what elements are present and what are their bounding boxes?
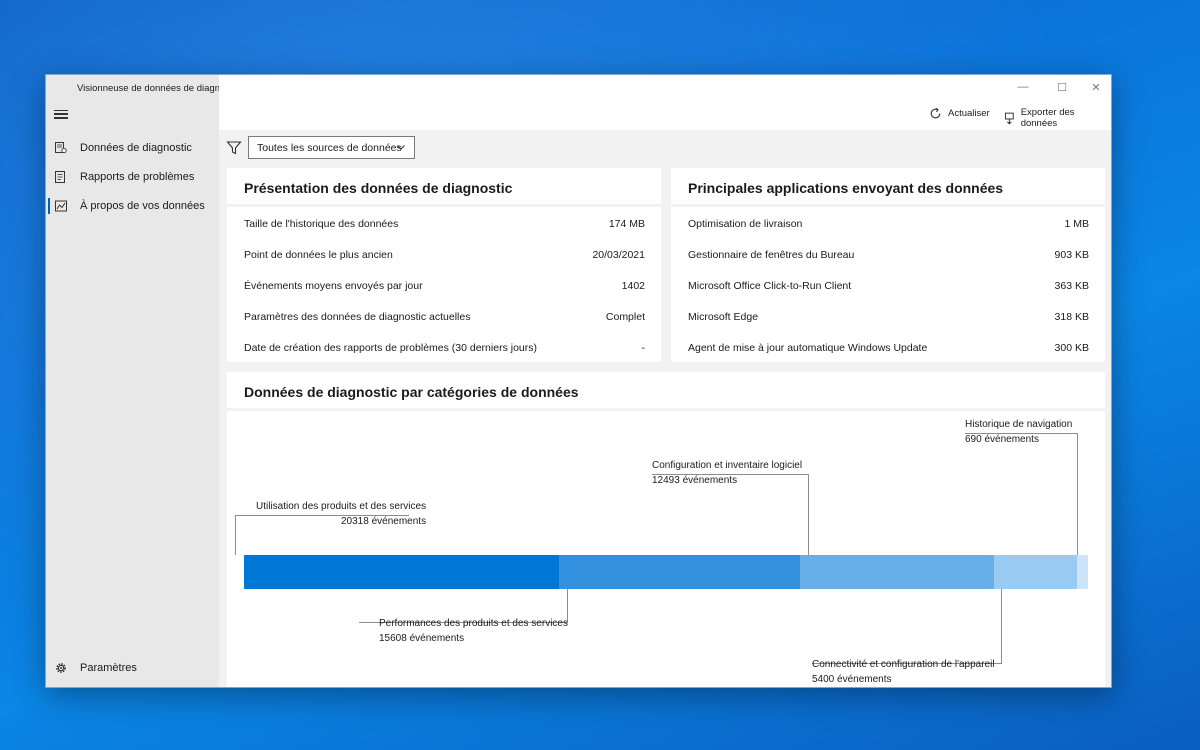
bar-segment-software[interactable] xyxy=(800,555,994,589)
leader-line xyxy=(808,474,809,555)
top-apps-card: Principales applications envoyant des do… xyxy=(671,168,1105,362)
export-button[interactable]: Exporter des données xyxy=(1004,107,1111,129)
maximize-button[interactable]: ☐ xyxy=(1047,81,1077,94)
row-value: 318 KB xyxy=(1054,311,1089,323)
overview-row: Événements moyens envoyés par jour 1402 xyxy=(244,280,645,292)
row-value: 20/03/2021 xyxy=(592,249,645,261)
export-icon xyxy=(1004,112,1014,125)
bar-segment-connectivity[interactable] xyxy=(993,555,1078,589)
category-label: Connectivité et configuration de l'appar… xyxy=(812,657,995,687)
app-row: Agent de mise à jour automatique Windows… xyxy=(688,342,1089,354)
card-separator xyxy=(227,204,661,207)
chart-icon xyxy=(55,200,67,212)
category-count: 20318 événements xyxy=(341,516,427,527)
row-label: Microsoft Edge xyxy=(688,311,759,323)
category-name: Configuration et inventaire logiciel xyxy=(652,460,803,471)
row-value: 1 MB xyxy=(1064,218,1089,230)
row-label: Gestionnaire de fenêtres du Bureau xyxy=(688,249,855,261)
app-row: Microsoft Office Click-to-Run Client 363… xyxy=(688,280,1089,292)
row-label: Date de création des rapports de problèm… xyxy=(244,342,537,354)
category-count: 12493 événements xyxy=(652,475,738,486)
refresh-icon xyxy=(930,107,941,119)
row-value: 363 KB xyxy=(1054,280,1089,292)
bar-segment-usage[interactable] xyxy=(244,555,559,589)
refresh-button[interactable]: Actualiser xyxy=(929,107,990,120)
app-window: Visionneuse de données de diagnostic Don… xyxy=(45,74,1112,688)
sidebar-item-about-data[interactable]: À propos de vos données xyxy=(46,193,219,219)
row-value: - xyxy=(641,342,646,354)
row-value: 300 KB xyxy=(1054,342,1089,354)
leader-line xyxy=(1077,433,1078,555)
overview-title: Présentation des données de diagnostic xyxy=(244,180,513,196)
settings-label: Paramètres xyxy=(80,662,137,674)
sidebar-item-settings[interactable]: Paramètres xyxy=(46,655,219,681)
bar-segment-performance[interactable] xyxy=(558,555,801,589)
minimize-button[interactable]: — xyxy=(1008,81,1038,93)
chevron-down-icon xyxy=(397,145,405,150)
overview-row: Point de données le plus ancien 20/03/20… xyxy=(244,249,645,261)
sidebar-item-label: Données de diagnostic xyxy=(80,142,192,154)
category-label: Utilisation des produits et des services… xyxy=(256,499,426,529)
card-separator xyxy=(671,204,1105,207)
row-label: Paramètres des données de diagnostic act… xyxy=(244,311,471,323)
app-row: Gestionnaire de fenêtres du Bureau 903 K… xyxy=(688,249,1089,261)
category-name: Historique de navigation xyxy=(965,419,1073,430)
overview-row: Taille de l'historique des données 174 M… xyxy=(244,218,645,230)
close-button[interactable]: ✕ xyxy=(1081,81,1111,94)
dropdown-value: Toutes les sources de données xyxy=(257,141,402,154)
problem-reports-icon xyxy=(55,171,65,183)
category-label: Performances des produits et des service… xyxy=(379,616,568,646)
row-value: 1402 xyxy=(621,280,645,292)
data-source-dropdown[interactable]: Toutes les sources de données xyxy=(248,136,415,159)
row-label: Agent de mise à jour automatique Windows… xyxy=(688,342,928,354)
sidebar-item-label: Rapports de problèmes xyxy=(80,171,195,183)
card-separator xyxy=(227,408,1105,411)
categories-card: Données de diagnostic par catégories de … xyxy=(227,372,1105,687)
app-title: Visionneuse de données de diagnostic xyxy=(77,83,240,94)
row-label: Événements moyens envoyés par jour xyxy=(244,280,423,292)
top-apps-title: Principales applications envoyant des do… xyxy=(688,180,1004,196)
leader-line xyxy=(1001,589,1002,664)
row-value: 903 KB xyxy=(1054,249,1089,261)
row-value: Complet xyxy=(605,311,645,323)
diagnostic-data-icon xyxy=(55,142,67,154)
row-label: Optimisation de livraison xyxy=(688,218,803,230)
category-count: 5400 événements xyxy=(812,674,892,685)
row-label: Taille de l'historique des données xyxy=(244,218,399,230)
sidebar: Visionneuse de données de diagnostic Don… xyxy=(46,75,240,687)
main-content: — ☐ ✕ Actualiser Exporter des données To… xyxy=(219,75,1111,687)
category-label: Historique de navigation 690 événements xyxy=(965,417,1072,447)
category-name: Connectivité et configuration de l'appar… xyxy=(812,659,995,670)
app-row: Microsoft Edge 318 KB xyxy=(688,311,1089,323)
sidebar-item-problem-reports[interactable]: Rapports de problèmes xyxy=(46,164,219,190)
export-label: Exporter des données xyxy=(1020,107,1075,129)
category-count: 690 événements xyxy=(965,434,1039,445)
filter-icon[interactable] xyxy=(226,140,242,156)
category-label: Configuration et inventaire logiciel 124… xyxy=(652,458,802,488)
overview-row: Paramètres des données de diagnostic act… xyxy=(244,311,645,323)
bar-segment-browsing[interactable] xyxy=(1077,555,1088,589)
category-name: Utilisation des produits et des services xyxy=(256,501,427,512)
category-name: Performances des produits et des service… xyxy=(379,618,568,629)
sidebar-item-diagnostic-data[interactable]: Données de diagnostic xyxy=(46,135,219,161)
title-bar: — ☐ ✕ Actualiser Exporter des données xyxy=(219,75,1111,130)
category-count: 15608 événements xyxy=(379,633,465,644)
app-row: Optimisation de livraison 1 MB xyxy=(688,218,1089,230)
categories-title: Données de diagnostic par catégories de … xyxy=(244,384,579,400)
row-label: Point de données le plus ancien xyxy=(244,249,393,261)
overview-card: Présentation des données de diagnostic T… xyxy=(227,168,661,362)
refresh-label: Actualiser xyxy=(948,108,990,119)
row-label: Microsoft Office Click-to-Run Client xyxy=(688,280,852,292)
category-bar xyxy=(244,555,1088,589)
gear-icon xyxy=(56,663,66,673)
row-value: 174 MB xyxy=(608,218,645,230)
overview-row: Date de création des rapports de problèm… xyxy=(244,342,645,354)
leader-line xyxy=(235,515,236,555)
sidebar-item-label: À propos de vos données xyxy=(80,200,205,212)
hamburger-menu-icon[interactable] xyxy=(54,107,68,121)
